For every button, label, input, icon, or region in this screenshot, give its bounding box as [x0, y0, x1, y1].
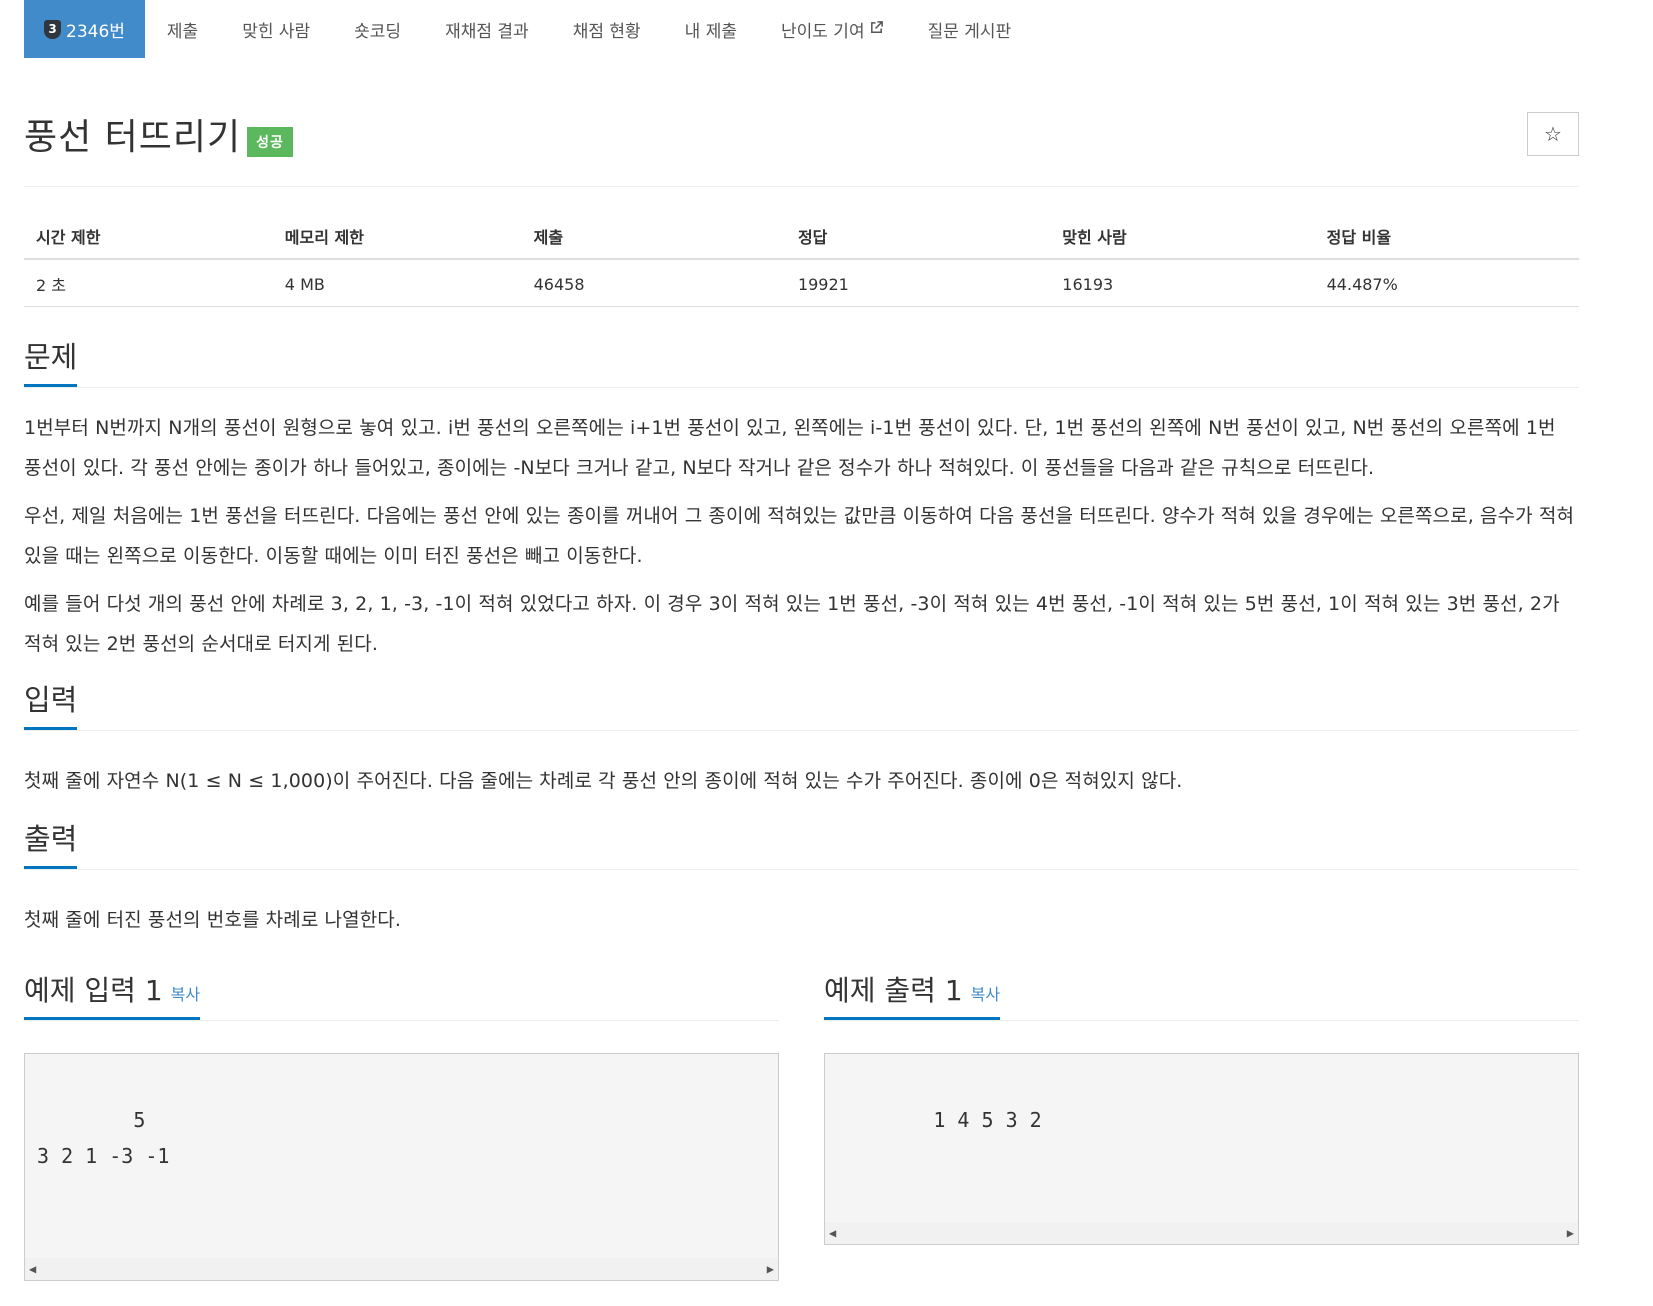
tab-label: 채점 현황 — [572, 21, 641, 42]
page-title: 풍선 터뜨리기 성공 — [24, 108, 293, 160]
tab-label: 내 제출 — [684, 21, 737, 42]
table-cell: 46458 — [521, 259, 786, 307]
description-paragraph: 예를 들어 다섯 개의 풍선 안에 차례로 3, 2, 1, -3, -1이 적… — [24, 593, 1560, 655]
favorite-button[interactable]: ☆ — [1527, 112, 1579, 156]
tab-difficulty[interactable]: 난이도 기여 — [759, 0, 906, 58]
sample-input: 예제 입력 1 복사 5 3 2 1 -3 -1 ◀ ▶ — [24, 968, 779, 1281]
tab-label: 맞힌 사람 — [242, 21, 311, 42]
table-row: 2 초 4 MB 46458 19921 16193 44.487% — [24, 259, 1579, 307]
samples: 예제 입력 1 복사 5 3 2 1 -3 -1 ◀ ▶ 예제 출력 1 복사 1 … — [24, 968, 1579, 1281]
tab-board[interactable]: 질문 게시판 — [906, 0, 1034, 58]
sample-output-title: 예제 출력 1 — [824, 974, 963, 1007]
description-section-header: 문제 — [24, 333, 1579, 388]
output-section-header: 출력 — [24, 815, 1579, 870]
table-header-row: 시간 제한 메모리 제한 제출 정답 맞힌 사람 정답 비율 — [24, 214, 1579, 260]
description-body: 1번부터 N번까지 N개의 풍선이 원형으로 놓여 있고. i번 풍선의 오른쪽… — [24, 408, 1579, 664]
tab-label: 재채점 결과 — [445, 21, 529, 42]
copy-sample-output-link[interactable]: 복사 — [971, 985, 1000, 1004]
sample-input-header: 예제 입력 1 복사 — [24, 968, 779, 1021]
tab-solved-users[interactable]: 맞힌 사람 — [220, 0, 332, 58]
scroll-left-icon[interactable]: ◀ — [29, 1251, 36, 1287]
problem-info-table: 시간 제한 메모리 제한 제출 정답 맞힌 사람 정답 비율 2 초 4 MB … — [24, 214, 1579, 307]
problem-nav: 3 2346번 제출 맞힌 사람 숏코딩 재채점 결과 채점 현황 내 제출 난… — [24, 0, 1579, 58]
table-cell: 44.487% — [1314, 259, 1579, 307]
horizontal-scrollbar[interactable]: ◀ ▶ — [825, 1222, 1578, 1244]
sample-output-content: 1 4 5 3 2 — [933, 1108, 1042, 1132]
table-cell: 16193 — [1050, 259, 1315, 307]
section-heading: 문제 — [24, 334, 78, 387]
input-description: 첫째 줄에 자연수 N(1 ≤ N ≤ 1,000)이 주어진다. 다음 줄에는… — [24, 770, 1183, 792]
table-cell: 4 MB — [272, 259, 522, 307]
table-cell: 19921 — [785, 259, 1051, 307]
sample-output: 예제 출력 1 복사 1 4 5 3 2 ◀ ▶ — [824, 968, 1579, 1281]
scroll-right-icon[interactable]: ▶ — [1567, 1215, 1574, 1251]
scroll-right-icon[interactable]: ▶ — [767, 1251, 774, 1287]
table-header: 정답 — [785, 214, 1051, 260]
tab-status[interactable]: 채점 현황 — [551, 0, 663, 58]
table-cell: 2 초 — [24, 259, 273, 307]
title-row: 풍선 터뜨리기 성공 ☆ — [24, 58, 1579, 187]
description-paragraph: 1번부터 N번까지 N개의 풍선이 원형으로 놓여 있고. i번 풍선의 오른쪽… — [24, 417, 1556, 479]
output-description: 첫째 줄에 터진 풍선의 번호를 차례로 나열한다. — [24, 909, 401, 931]
problem-title: 풍선 터뜨리기 — [24, 117, 242, 158]
table-header: 시간 제한 — [24, 214, 273, 260]
copy-sample-input-link[interactable]: 복사 — [171, 985, 200, 1004]
star-icon: ☆ — [1544, 122, 1562, 146]
sample-input-title: 예제 입력 1 — [24, 974, 163, 1007]
horizontal-scrollbar[interactable]: ◀ ▶ — [25, 1258, 778, 1280]
table-header: 정답 비율 — [1314, 214, 1579, 260]
table-header: 맞힌 사람 — [1050, 214, 1315, 260]
tab-rejudge[interactable]: 재채점 결과 — [423, 0, 551, 58]
tab-short-coding[interactable]: 숏코딩 — [332, 0, 423, 58]
problem-page: 3 2346번 제출 맞힌 사람 숏코딩 재채점 결과 채점 현황 내 제출 난… — [24, 0, 1579, 1281]
section-heading: 예제 입력 1 복사 — [24, 969, 201, 1020]
scroll-left-icon[interactable]: ◀ — [829, 1215, 836, 1251]
tab-problem[interactable]: 3 2346번 — [24, 0, 145, 58]
sample-output-code: 1 4 5 3 2 ◀ ▶ — [824, 1053, 1579, 1245]
table-header: 제출 — [521, 214, 786, 260]
section-heading: 입력 — [24, 677, 78, 730]
tab-label: 제출 — [166, 21, 199, 42]
tab-submit[interactable]: 제출 — [145, 0, 220, 58]
sample-output-header: 예제 출력 1 복사 — [824, 968, 1579, 1021]
status-badge: 성공 — [247, 127, 293, 157]
tier-icon: 3 — [44, 19, 61, 39]
sample-input-content: 5 3 2 1 -3 -1 — [37, 1108, 170, 1168]
tab-label: 숏코딩 — [354, 21, 402, 42]
table-header: 메모리 제한 — [272, 214, 522, 260]
input-section-header: 입력 — [24, 676, 1579, 731]
description-paragraph: 우선, 제일 처음에는 1번 풍선을 터뜨린다. 다음에는 풍선 안에 있는 종… — [24, 505, 1575, 567]
sample-input-code: 5 3 2 1 -3 -1 ◀ ▶ — [24, 1053, 779, 1281]
tab-label: 질문 게시판 — [927, 21, 1012, 42]
section-heading: 예제 출력 1 복사 — [824, 969, 1001, 1020]
tab-label: 난이도 기여 — [780, 21, 865, 42]
external-link-icon — [869, 20, 884, 39]
section-heading: 출력 — [24, 816, 78, 869]
tab-my-submissions[interactable]: 내 제출 — [663, 0, 759, 58]
tab-problem-label: 2346번 — [66, 21, 125, 42]
